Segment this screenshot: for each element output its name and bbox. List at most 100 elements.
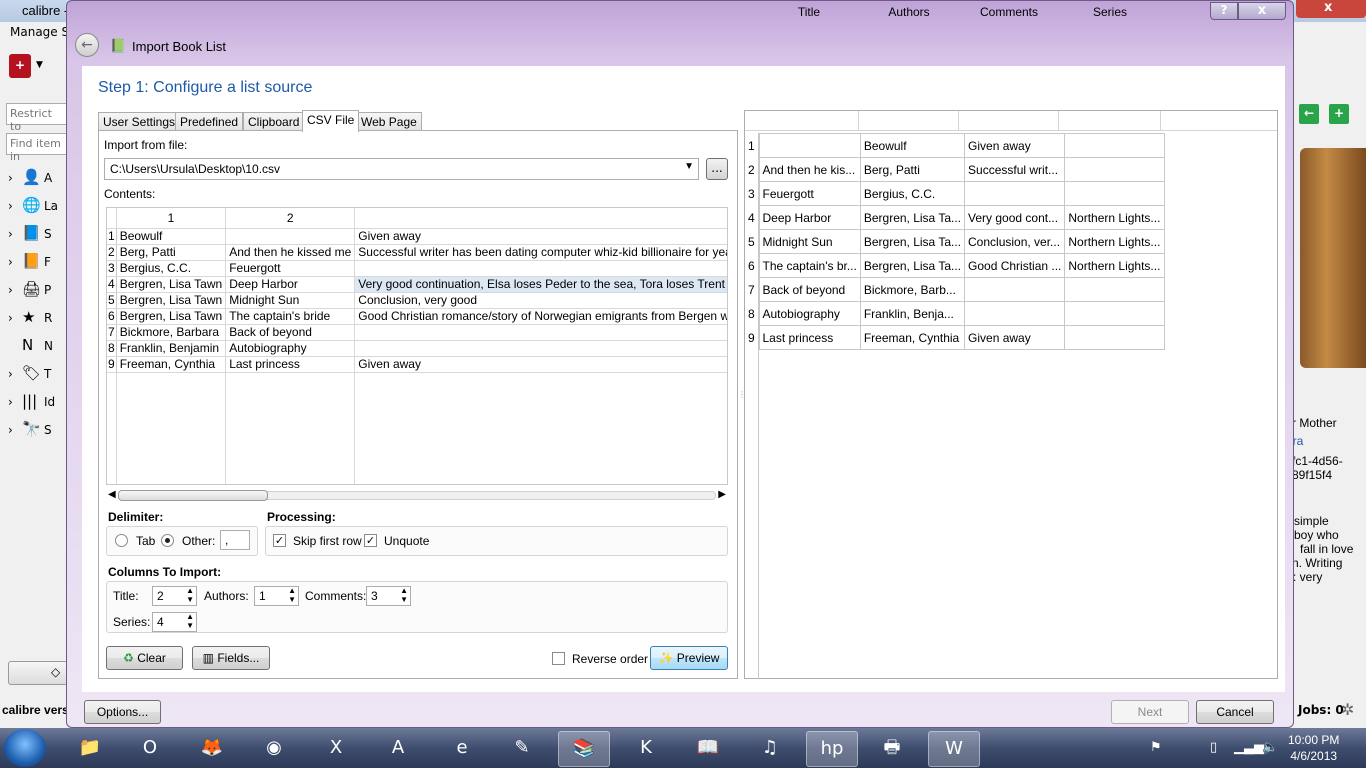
- results-cell[interactable]: Bergren, Lisa Ta...: [859, 205, 966, 230]
- csv-cell[interactable]: [225, 228, 356, 245]
- results-cell[interactable]: [758, 133, 861, 158]
- tab-predefined[interactable]: Predefined: [175, 112, 244, 131]
- results-cell[interactable]: Conclusion, ver...: [964, 229, 1066, 254]
- explorer-icon[interactable]: 📁: [64, 731, 116, 767]
- file-path-combo[interactable]: C:\Users\Ursula\Desktop\10.csv ▼: [104, 158, 699, 180]
- csv-cell[interactable]: Midnight Sun: [225, 292, 356, 309]
- results-cell[interactable]: Midnight Sun: [758, 229, 861, 254]
- results-row[interactable]: 1 Beowulf Given away: [746, 133, 1166, 158]
- tag-browser-item[interactable]: › 📘 S: [8, 224, 52, 242]
- scroll-left-icon[interactable]: ◀: [108, 489, 116, 500]
- results-cell[interactable]: Berg, Patti: [859, 157, 966, 182]
- outlook-icon[interactable]: O: [124, 731, 176, 767]
- tag-browser-item[interactable]: › 👤 A: [8, 168, 52, 186]
- csv-row[interactable]: 3 Bergius, C.C. Feuergott: [107, 260, 727, 277]
- expand-arrow-icon[interactable]: ›: [8, 227, 22, 241]
- results-row[interactable]: 3 Feuergott Bergius, C.C.: [746, 181, 1166, 206]
- results-row[interactable]: 2 And then he kis... Berg, Patti Successful…: [746, 157, 1166, 182]
- results-cell[interactable]: Back of beyond: [758, 277, 861, 302]
- fields-button[interactable]: ▥ Fields...: [192, 646, 270, 670]
- back-arrow-icon[interactable]: ←: [75, 33, 99, 57]
- paint-icon[interactable]: ✎: [496, 731, 548, 767]
- tag-browser-item[interactable]: › 📙 F: [8, 252, 51, 270]
- results-cell[interactable]: [964, 301, 1066, 326]
- find-item-input[interactable]: Find item in: [6, 133, 68, 163]
- csv-header-3[interactable]: [354, 208, 727, 229]
- csv-cell[interactable]: Back of beyond: [225, 324, 356, 341]
- expand-arrow-icon[interactable]: ›: [8, 423, 22, 437]
- results-cell[interactable]: Very good cont...: [964, 205, 1066, 230]
- jobs-indicator[interactable]: Jobs: 0: [1298, 703, 1344, 717]
- csv-row[interactable]: 4 Bergren, Lisa Tawn Deep Harbor Very good …: [107, 276, 727, 293]
- csv-cell[interactable]: Bergren, Lisa Tawn: [116, 292, 227, 309]
- csv-cell[interactable]: Conclusion, very good: [354, 292, 727, 309]
- tag-browser-item[interactable]: › 🖨 P: [8, 280, 51, 298]
- skip-first-row-checkbox[interactable]: ✓: [273, 534, 286, 547]
- other-delimiter-input[interactable]: ,: [220, 530, 250, 550]
- action-center-icon[interactable]: ⚑: [1150, 740, 1162, 755]
- csv-row[interactable]: 6 Bergren, Lisa Tawn The captain's bride Go…: [107, 308, 727, 325]
- results-cell[interactable]: Bickmore, Barb...: [859, 277, 966, 302]
- reader-icon[interactable]: 📖: [682, 731, 734, 767]
- unquote-checkbox[interactable]: ✓: [364, 534, 377, 547]
- csv-row[interactable]: 7 Bickmore, Barbara Back of beyond: [107, 324, 727, 341]
- results-cell[interactable]: Freeman, Cynthia: [859, 325, 966, 350]
- tag-browser-item[interactable]: › ★ R: [8, 308, 52, 326]
- csv-cell[interactable]: Very good continuation, Elsa loses Peder…: [354, 276, 727, 293]
- expand-arrow-icon[interactable]: ›: [8, 255, 22, 269]
- calibre-close-button[interactable]: x: [1296, 0, 1366, 18]
- tab-radio-label[interactable]: Tab: [136, 534, 155, 548]
- spin-arrows-icon[interactable]: ▲ ▼: [400, 586, 408, 604]
- results-cell[interactable]: [964, 181, 1066, 206]
- results-header-series[interactable]: Series: [1060, 5, 1160, 19]
- comments-column-spinbox[interactable]: 3 ▲ ▼: [366, 586, 411, 606]
- title-column-spinbox[interactable]: 2 ▲ ▼: [152, 586, 197, 606]
- results-row[interactable]: 9 Last princess Freeman, Cynthia Given away: [746, 325, 1166, 350]
- skip-first-row-label[interactable]: Skip first row: [293, 534, 362, 548]
- results-cell[interactable]: [1064, 157, 1166, 182]
- csv-cell[interactable]: Feuergott: [225, 260, 356, 277]
- clear-button[interactable]: ♻ Clear: [106, 646, 183, 670]
- results-cell[interactable]: Deep Harbor: [758, 205, 861, 230]
- results-row[interactable]: 4 Deep Harbor Bergren, Lisa Ta... Very good…: [746, 205, 1166, 230]
- csv-cell[interactable]: The captain's bride: [225, 308, 356, 325]
- series-column-spinbox[interactable]: 4 ▲ ▼: [152, 612, 197, 632]
- scroll-right-icon[interactable]: ▶: [718, 489, 726, 500]
- results-header-title[interactable]: Title: [760, 5, 858, 19]
- results-cell[interactable]: [1064, 325, 1166, 350]
- csv-row[interactable]: 2 Berg, Patti And then he kissed me Success…: [107, 244, 727, 261]
- csv-cell[interactable]: Bergius, C.C.: [116, 260, 227, 277]
- restrict-input[interactable]: Restrict to: [6, 103, 68, 133]
- hp-icon[interactable]: hp: [806, 731, 858, 767]
- tag-browser-item[interactable]: › 🔭 S: [8, 420, 52, 438]
- battery-icon[interactable]: ▯: [1210, 740, 1217, 755]
- other-radio[interactable]: [161, 534, 174, 547]
- results-cell[interactable]: And then he kis...: [758, 157, 861, 182]
- scanner-icon[interactable]: 🖶: [866, 731, 918, 767]
- results-cell[interactable]: Northern Lights...: [1064, 253, 1166, 278]
- tab-user-settings[interactable]: User Settings: [98, 112, 181, 131]
- results-cell[interactable]: Given away: [964, 133, 1066, 158]
- csv-cell[interactable]: Given away: [354, 228, 727, 245]
- results-cell[interactable]: [964, 277, 1066, 302]
- chrome-icon[interactable]: ◉: [248, 731, 300, 767]
- reverse-order-checkbox[interactable]: [552, 652, 565, 665]
- results-cell[interactable]: [1064, 181, 1166, 206]
- csv-cell[interactable]: Given away: [354, 356, 727, 373]
- tag-manage-button[interactable]: ◇: [8, 661, 68, 685]
- spin-arrows-icon[interactable]: ▲ ▼: [186, 586, 194, 604]
- ie-icon[interactable]: e: [436, 731, 488, 767]
- expand-arrow-icon[interactable]: ›: [8, 199, 22, 213]
- left-arrow-icon[interactable]: ←: [1299, 104, 1319, 124]
- csv-cell[interactable]: Good Christian romance/story of Norwegia…: [354, 308, 727, 325]
- csv-horizontal-scrollbar[interactable]: ◀ ▶: [106, 488, 728, 504]
- results-cell[interactable]: [1064, 277, 1166, 302]
- next-button[interactable]: Next: [1111, 700, 1189, 724]
- results-cell[interactable]: Northern Lights...: [1064, 229, 1166, 254]
- dialog-close-button[interactable]: x: [1238, 2, 1286, 20]
- tag-browser-item[interactable]: NN: [8, 336, 53, 354]
- csv-cell[interactable]: [354, 340, 727, 357]
- volume-icon[interactable]: 🔈: [1262, 740, 1278, 755]
- results-row[interactable]: 8 Autobiography Franklin, Benja...: [746, 301, 1166, 326]
- csv-cell[interactable]: Autobiography: [225, 340, 356, 357]
